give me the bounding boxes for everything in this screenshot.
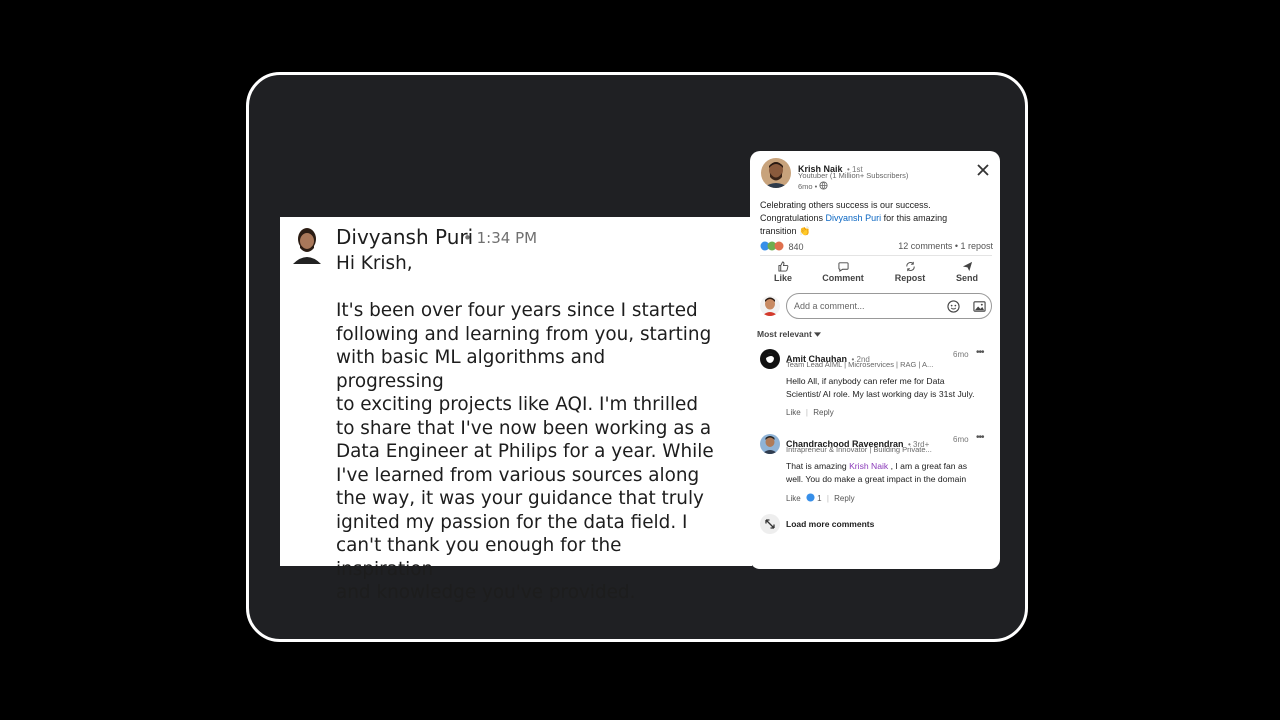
repost-icon — [905, 261, 915, 272]
body-line: to exciting projects like AQI. I'm thril… — [336, 394, 699, 415]
comment-reply-button[interactable]: Reply — [813, 408, 833, 417]
body-line: the way, it was your guidance that truly — [336, 488, 704, 509]
body-line: It's been over four years since I starte… — [336, 300, 698, 321]
comment-text-line: Scientist/ AI role. My last working day … — [786, 389, 975, 399]
send-button[interactable]: Send — [942, 261, 992, 283]
linkedin-post-card: Krish Naik • 1st Youtuber (1 Million+ Su… — [750, 151, 1000, 569]
comment-actions: Like | Reply — [786, 408, 834, 417]
separator: • — [463, 229, 472, 247]
send-icon — [962, 261, 972, 272]
comment-text-line: That is amazing Krish Naik , I am a grea… — [786, 460, 967, 473]
mention-link[interactable]: Krish Naik — [849, 461, 888, 471]
comment-text-line: well. You do make a great impact in the … — [786, 474, 967, 484]
sender-name[interactable]: Divyansh Puri — [336, 225, 473, 249]
comment-actions: Like 1 | Reply — [786, 493, 855, 503]
repost-label: Repost — [894, 273, 926, 283]
comment-button[interactable]: Comment — [818, 261, 868, 283]
sort-label: Most relevant — [757, 329, 812, 339]
reactions-summary[interactable]: 840 — [760, 241, 804, 252]
comment-placeholder: Add a comment... — [794, 301, 865, 311]
reactions-count: 840 — [788, 242, 804, 252]
commenter-avatar[interactable] — [760, 434, 780, 454]
comment-reaction-count: 1 — [817, 494, 822, 503]
post-age-label: 6mo • — [798, 182, 818, 191]
comment-text: Hello All, if anybody can refer me for D… — [786, 375, 975, 401]
like-reaction-icon — [806, 493, 815, 502]
sort-dropdown[interactable]: Most relevant — [757, 329, 822, 339]
post-text-segment: for this amazing — [881, 213, 948, 223]
comment-like-button[interactable]: Like — [786, 408, 801, 417]
comments-reposts-count[interactable]: 12 comments • 1 repost — [898, 241, 993, 251]
body-line: with basic ML algorithms and progressing — [336, 347, 606, 392]
comment-text: That is amazing Krish Naik , I am a grea… — [786, 460, 967, 486]
body-line: to share that I've now been working as a — [336, 417, 712, 439]
post-age: 6mo • — [798, 181, 828, 191]
expand-icon — [760, 514, 780, 534]
globe-icon — [819, 181, 828, 190]
emoji-icon[interactable] — [947, 300, 960, 313]
post-text-segment: Congratulations — [760, 213, 826, 223]
repost-button[interactable]: Repost — [885, 261, 935, 283]
body-line: following and learning from you, startin… — [336, 323, 712, 345]
author-avatar[interactable] — [761, 158, 791, 188]
like-button[interactable]: Like — [758, 261, 808, 283]
post-text: Celebrating others success is our succes… — [760, 199, 947, 238]
body-line: I've learned from various sources along — [336, 464, 700, 486]
comment-age: 6mo — [953, 350, 969, 359]
divider — [760, 255, 992, 256]
time-label: 1:34 PM — [476, 229, 538, 247]
comment-text-segment: That is amazing — [786, 461, 850, 471]
close-icon[interactable] — [976, 163, 990, 177]
post-text-line: transition 👏 — [760, 226, 811, 236]
action-divider: | — [826, 494, 829, 503]
post-text-line: Congratulations Divyansh Puri for this a… — [760, 212, 947, 225]
send-label: Send — [955, 273, 978, 283]
more-options-icon[interactable]: ••• — [976, 347, 984, 358]
comment-author-headline: Team Lead AIML | Microservices | RAG | A… — [786, 360, 934, 369]
image-icon[interactable] — [973, 300, 986, 313]
comment-like-button[interactable]: Like — [786, 494, 801, 503]
author-headline: Youtuber (1 Million+ Subscribers) — [798, 171, 909, 180]
mention-link[interactable]: Divyansh Puri — [826, 213, 882, 223]
body-line: Data Engineer at Philips for a year. Whi… — [336, 441, 714, 462]
reaction-icons — [760, 241, 784, 251]
load-more-label: Load more comments — [786, 519, 875, 529]
sender-avatar[interactable] — [290, 224, 324, 264]
comment-reaction[interactable]: 1 — [806, 493, 824, 503]
caret-down-icon — [814, 332, 822, 337]
comment-text-segment: , I am a great fan as — [888, 461, 968, 471]
action-divider: | — [805, 408, 808, 417]
message-body: Hi Krish, It's been over four years since… — [336, 252, 716, 605]
comment-age: 6mo — [953, 435, 969, 444]
comment-icon — [837, 262, 849, 272]
commenter-avatar[interactable] — [760, 349, 780, 369]
current-user-avatar[interactable] — [760, 296, 780, 316]
comment-text-line: Hello All, if anybody can refer me for D… — [786, 376, 945, 386]
comment-author-headline: Intrapreneur & Innovator | Building Priv… — [786, 445, 932, 454]
greeting: Hi Krish, — [336, 253, 413, 274]
comment-input[interactable]: Add a comment... — [786, 293, 992, 319]
post-text-line: Celebrating others success is our succes… — [760, 200, 931, 210]
message-time: • 1:34 PM — [463, 229, 537, 247]
like-label: Like — [773, 273, 792, 283]
thumbs-up-icon — [777, 261, 788, 272]
more-options-icon[interactable]: ••• — [976, 432, 984, 443]
comment-label: Comment — [822, 273, 864, 283]
body-line: can't thank you enough for the inspirati… — [336, 535, 622, 580]
comment-reply-button[interactable]: Reply — [834, 494, 854, 503]
body-line: ignited my passion for the data field. I — [336, 511, 688, 533]
body-line: and knowledge you've provided. — [336, 582, 636, 603]
